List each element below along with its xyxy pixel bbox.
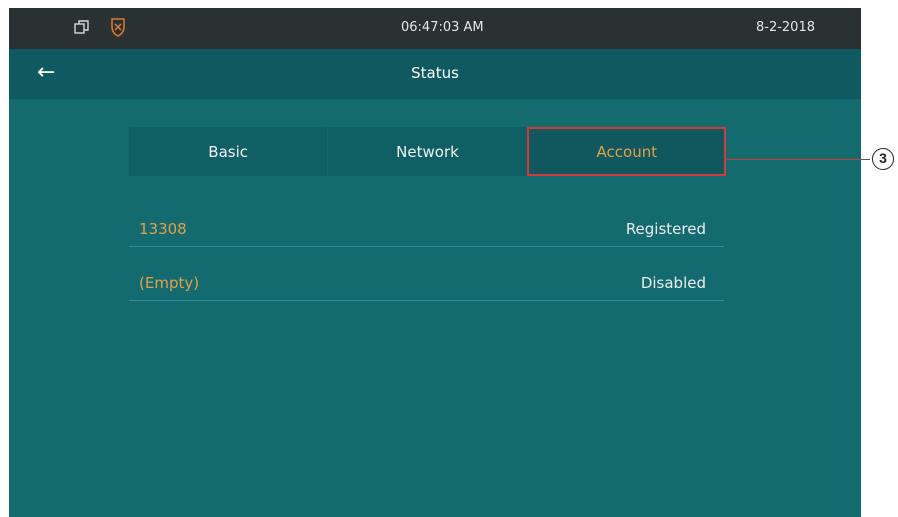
tab-account[interactable]: Account [526, 127, 726, 176]
clock-date: 8-2-2018 [755, 20, 815, 35]
account-name: (Empty) [139, 274, 200, 292]
title-bar: ← Status [9, 49, 861, 99]
account-row[interactable]: (Empty) Disabled [129, 264, 724, 301]
clock-time: 06:47:03 AM [401, 20, 484, 35]
account-row[interactable]: 13308 Registered [129, 210, 724, 247]
status-tabs: Basic Network Account [129, 127, 726, 176]
page-title: Status [411, 64, 459, 82]
tab-basic[interactable]: Basic [129, 127, 327, 176]
tab-network[interactable]: Network [327, 127, 526, 176]
account-name: 13308 [139, 220, 187, 238]
callout-number-badge: 3 [872, 148, 894, 170]
shield-icon [111, 18, 125, 37]
window-icon [74, 20, 89, 34]
account-status: Disabled [640, 274, 706, 292]
device-screen: 06:47:03 AM 8-2-2018 ← Status [9, 8, 861, 517]
account-status: Registered [625, 220, 706, 238]
status-bar: 06:47:03 AM 8-2-2018 [9, 8, 861, 49]
callout-line [727, 159, 870, 160]
